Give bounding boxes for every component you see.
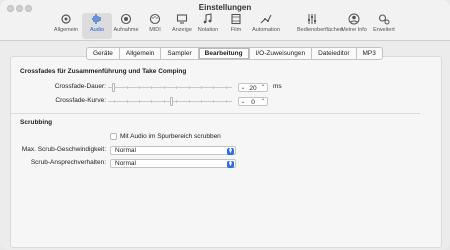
tab-sampler[interactable]: Sampler — [160, 48, 197, 59]
toolbar-item-label: Bedienoberflächen — [297, 27, 343, 33]
chevron-updown-icon: ▲ ▼ — [227, 158, 234, 168]
chevron-down-icon[interactable]: ⌄ — [240, 84, 246, 93]
section-divider — [10, 113, 420, 114]
slider-knob[interactable] — [170, 97, 173, 106]
chevron-updown-icon: ▲ ▼ — [227, 145, 234, 155]
toolbar-item-label: Allgemein — [53, 27, 79, 33]
slider-tick — [139, 86, 140, 89]
select-value: Normal — [115, 147, 136, 154]
scrub-audio-checkbox[interactable] — [110, 133, 117, 140]
max-scrub-speed-select[interactable]: Normal ▲ ▼ — [110, 146, 236, 155]
slider-tick — [176, 100, 178, 103]
slider-tick — [151, 86, 153, 89]
notes-icon — [203, 13, 212, 24]
stepper-value: 20 — [249, 85, 257, 92]
tab-geraete[interactable]: Geräte — [87, 48, 119, 59]
slider-tick — [213, 86, 215, 89]
crossfade-curve-stepper[interactable]: ⌄ 0 ⌃ — [238, 97, 268, 106]
slider-tick — [213, 100, 215, 103]
chevron-up-icon[interactable]: ⌃ — [260, 84, 266, 93]
film-icon — [231, 13, 241, 25]
crossfade-curve-label: Crossfade-Kurve: — [55, 97, 106, 104]
advanced-gears-icon — [378, 14, 390, 25]
slider-tick — [163, 86, 165, 89]
title-bar: Einstellungen Allgemein Audio Aufnahme M… — [0, 0, 450, 41]
scrubbing-section-title: Scrubbing — [20, 119, 53, 126]
toolbar-item-label: Erweitert — [373, 27, 395, 33]
scrub-response-select[interactable]: Normal ▲ ▼ — [110, 159, 236, 168]
toolbar-item-meine-info[interactable]: Meine Info — [339, 13, 369, 39]
crossfade-curve-slider[interactable] — [108, 97, 232, 106]
toolbar-item-label: MIDI — [149, 27, 161, 33]
crossfade-duration-unit: ms — [273, 83, 282, 90]
crossfade-duration-label: Crossfade-Dauer: — [54, 83, 106, 90]
slider-tick — [151, 100, 153, 103]
toolbar-item-label: Meine Info — [341, 27, 367, 33]
toolbar-item-audio[interactable]: Audio — [82, 13, 112, 39]
tab-allgemein[interactable]: Allgemein — [118, 48, 161, 59]
toolbar-item-midi[interactable]: MIDI — [140, 13, 170, 39]
scrub-response-label: Scrub-Ansprechverhalten: — [30, 159, 106, 166]
automation-icon — [260, 14, 272, 24]
slider-tick — [114, 100, 116, 103]
crossfade-duration-stepper[interactable]: ⌄ 20 ⌃ — [238, 83, 268, 92]
toolbar-item-bedienoberflaechen[interactable]: Bedienoberflächen — [297, 13, 343, 39]
select-value: Normal — [115, 160, 136, 167]
slider-knob[interactable] — [112, 83, 115, 92]
toolbar-item-label: Notation — [197, 27, 219, 33]
tab-mp3[interactable]: MP3 — [355, 48, 382, 59]
toolbar-item-automation[interactable]: Automation — [251, 13, 281, 39]
slider-tick — [201, 86, 202, 89]
tab-io-zuweisungen[interactable]: I/O-Zuweisungen — [248, 48, 312, 59]
toolbar-item-label: Aufnahme — [113, 27, 139, 33]
crossfade-duration-slider[interactable] — [108, 83, 232, 92]
gear-icon — [61, 14, 71, 24]
slider-tick — [188, 100, 190, 103]
slider-tick — [201, 100, 202, 103]
sliders-icon — [308, 14, 316, 24]
toolbar-item-allgemein[interactable]: Allgemein — [51, 13, 81, 39]
person-icon — [348, 13, 360, 25]
record-icon — [120, 13, 132, 25]
toolbar-item-label: Audio — [89, 27, 105, 33]
max-scrub-speed-label: Max. Scrub-Geschwindigkeit: — [21, 146, 106, 153]
toolbar-item-label: Automation — [252, 27, 280, 33]
midi-icon — [149, 13, 161, 25]
slider-tick — [188, 86, 190, 89]
slider-tick — [126, 100, 128, 103]
slider-tick — [176, 86, 178, 89]
chevron-down-icon[interactable]: ⌄ — [240, 98, 246, 107]
waveform-icon — [92, 14, 101, 24]
slider-tick — [163, 100, 165, 103]
tab-bar: Geräte Allgemein Sampler Bearbeitung I/O… — [86, 47, 383, 60]
scrub-audio-checkbox-label: Mit Audio im Spurbereich scrubben — [120, 133, 221, 140]
window-title: Einstellungen — [198, 3, 252, 12]
slider-tick — [225, 86, 227, 89]
tab-dateieditor[interactable]: Dateieditor — [311, 48, 355, 59]
stepper-value: 0 — [251, 99, 255, 106]
slider-tick — [225, 100, 227, 103]
slider-tick — [139, 100, 140, 103]
toolbar-item-aufnahme[interactable]: Aufnahme — [111, 13, 141, 39]
display-icon — [176, 14, 188, 24]
chevron-up-icon[interactable]: ⌃ — [260, 98, 266, 107]
crossfade-section-title: Crossfades für Zusammenführung und Take … — [20, 68, 187, 75]
preferences-window: Einstellungen Allgemein Audio Aufnahme M… — [0, 0, 450, 250]
toolbar-item-erweitert[interactable]: Erweitert — [369, 13, 399, 39]
slider-tick — [126, 86, 128, 89]
toolbar-item-notation[interactable]: Notation — [193, 13, 223, 39]
toolbar-item-label: Film — [230, 27, 242, 33]
toolbar-item-film[interactable]: Film — [221, 13, 251, 39]
tab-bearbeitung[interactable]: Bearbeitung — [197, 48, 249, 59]
